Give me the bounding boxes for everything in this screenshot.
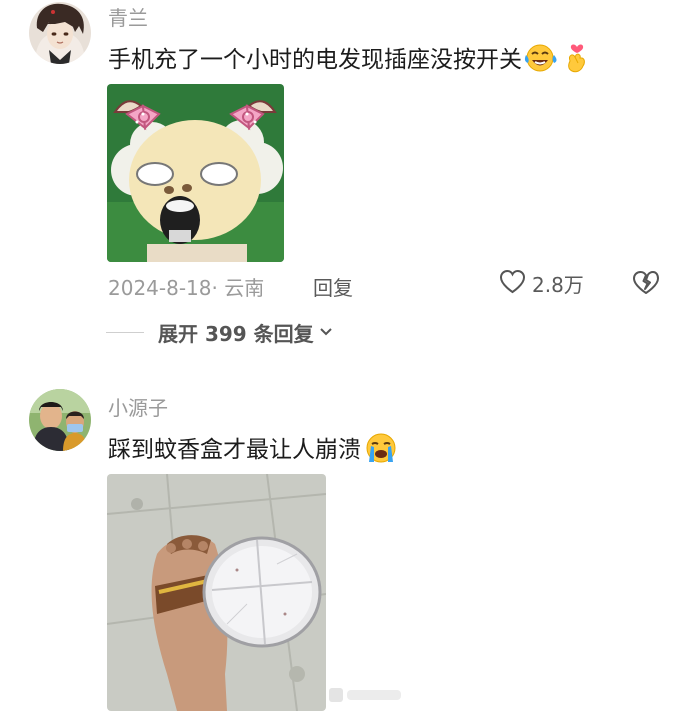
laughing-crying-emoji-icon [524,43,558,79]
dislike-button[interactable] [632,270,660,299]
like-button[interactable]: 2.8万 [499,269,584,298]
comment-text: 手机充了一个小时的电发现插座没按开关 [108,40,590,81]
avatar-image [29,2,91,64]
mosquito-coil-box-photo [107,474,326,711]
broken-heart-icon [633,271,659,294]
reply-button[interactable]: 回复 [313,272,353,301]
expand-replies-button[interactable]: 展开 399 条回复 [106,318,334,347]
comment-image[interactable] [107,84,284,262]
avatar[interactable] [29,2,91,64]
like-count: 2.8万 [532,273,584,297]
blurred-watermark [329,684,405,708]
sheep-meme-image [107,84,284,262]
avatar-image [29,389,91,451]
username[interactable]: 青兰 [108,2,148,31]
comment-image[interactable] [107,474,326,711]
finger-heart-emoji-icon [564,41,590,81]
crying-emoji-icon [364,432,398,470]
avatar[interactable] [29,389,91,451]
chevron-down-icon [318,323,334,342]
heart-icon [499,269,526,298]
comment-body: 手机充了一个小时的电发现插座没按开关 [108,47,522,73]
comment-text: 踩到蚊香盒才最让人崩溃 [108,430,398,470]
comment-body: 踩到蚊香盒才最让人崩溃 [108,437,361,463]
comment-date-location: 2024-8-18· 云南 [108,276,265,300]
divider [106,332,144,333]
expand-replies-label: 展开 399 条回复 [158,322,314,346]
username[interactable]: 小源子 [108,392,168,421]
